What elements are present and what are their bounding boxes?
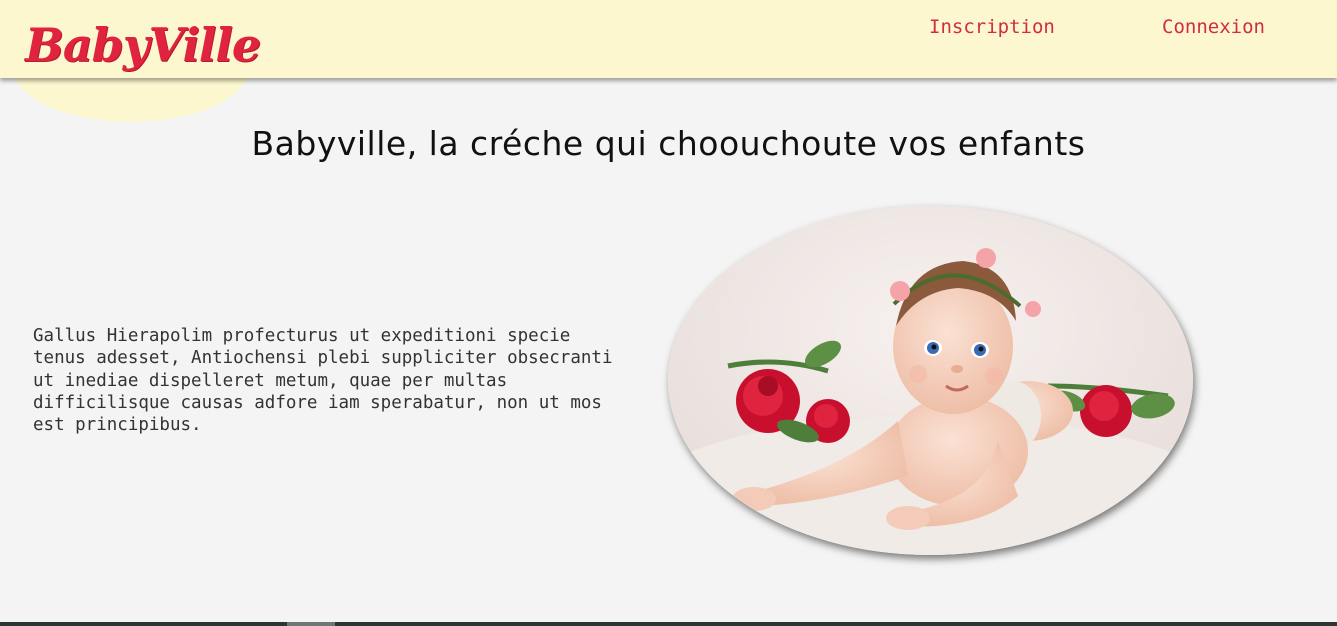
page-title: Babyville, la créche qui choouchoute vos… [251, 124, 1086, 163]
nav-inscription-link[interactable]: Inscription [929, 16, 1055, 38]
intro-paragraph: Gallus Hierapolim profecturus ut expedit… [33, 326, 613, 436]
footer-bar [0, 622, 1337, 626]
footer-scroll-tab[interactable] [287, 622, 335, 626]
nav-connexion-link[interactable]: Connexion [1162, 16, 1265, 38]
hero-image [668, 206, 1193, 555]
site-logo[interactable]: BabyVille [25, 22, 261, 68]
